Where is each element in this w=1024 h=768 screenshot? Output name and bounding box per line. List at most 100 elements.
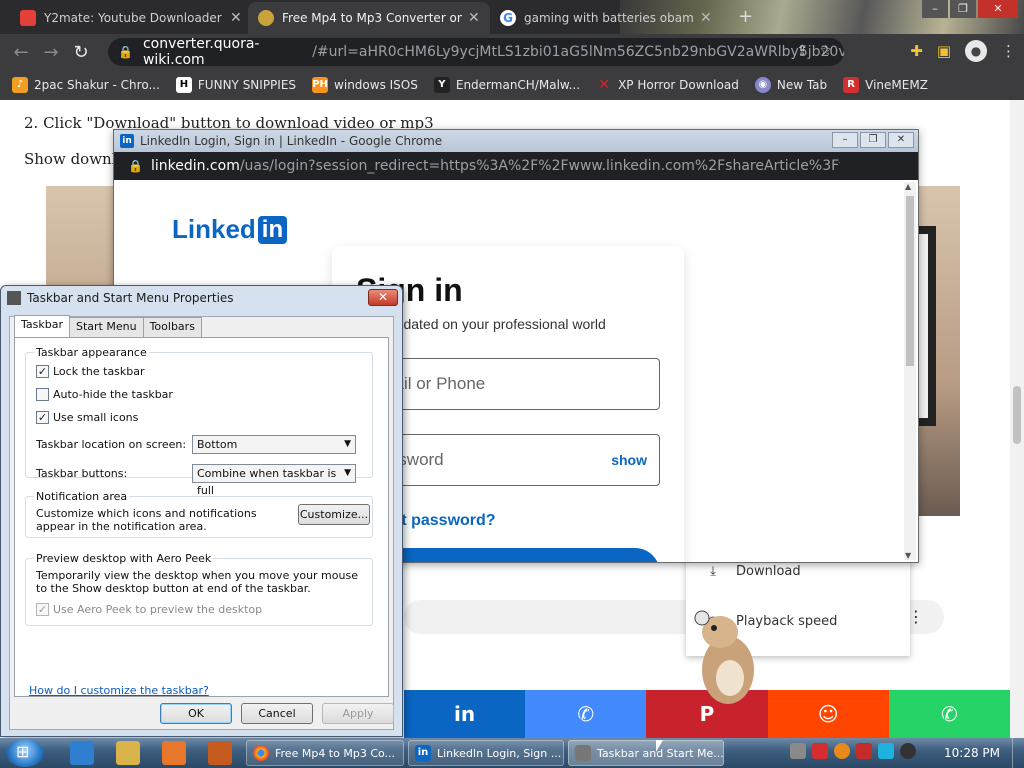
bookmark-star-icon[interactable]: ☆ xyxy=(819,43,832,59)
linkedin-logo[interactable]: Linked in xyxy=(172,214,288,245)
tray-app-icon[interactable] xyxy=(790,743,806,759)
close-tab-icon[interactable]: ✕ xyxy=(700,10,712,26)
scrollbar-thumb[interactable] xyxy=(1013,386,1021,444)
tray-volume-icon[interactable] xyxy=(900,743,916,759)
close-tab-icon[interactable]: ✕ xyxy=(230,10,242,26)
bookmark-2pac[interactable]: ♪ 2pac Shakur - Chro... xyxy=(12,77,160,93)
whatsapp-icon: ✆ xyxy=(941,702,958,726)
close-button[interactable]: ✕ xyxy=(368,289,398,306)
extensions-icon[interactable]: ✚ xyxy=(910,42,923,60)
tab-title: gaming with batteries obama ga xyxy=(524,11,694,25)
hamster-sticker-image xyxy=(694,610,754,704)
ok-button[interactable]: OK xyxy=(160,703,232,724)
page-scrollbar[interactable] xyxy=(1010,100,1024,738)
tray-flag-icon[interactable] xyxy=(856,743,872,759)
lock-taskbar-checkbox[interactable]: ✓ Lock the taskbar xyxy=(36,365,145,378)
globe-icon: ◉ xyxy=(754,77,771,93)
more-options-icon[interactable]: ⋮ xyxy=(908,607,924,626)
tab-start-menu[interactable]: Start Menu xyxy=(69,317,144,337)
linkedin-address-bar[interactable]: 🔒 linkedin.com /uas/login?session_redire… xyxy=(114,152,918,180)
dialog-titlebar[interactable]: Taskbar and Start Menu Properties ✕ xyxy=(1,286,402,310)
start-button[interactable] xyxy=(6,739,44,767)
autohide-taskbar-checkbox[interactable]: Auto-hide the taskbar xyxy=(36,388,173,401)
close-tab-icon[interactable]: ✕ xyxy=(468,10,480,26)
y2mate-icon xyxy=(20,10,36,26)
share-reddit-button[interactable]: ☺ xyxy=(767,690,889,738)
taskbar-props-icon xyxy=(7,291,21,305)
bookmark-label: EndermanCH/Malw... xyxy=(455,78,581,92)
small-icons-checkbox[interactable]: ✓ Use small icons xyxy=(36,411,138,424)
close-button[interactable]: ✕ xyxy=(888,132,914,148)
x-icon: ✕ xyxy=(598,77,610,93)
taskbar-tab-panel: Taskbar appearance ✓ Lock the taskbar Au… xyxy=(14,337,389,697)
music-icon: ♪ xyxy=(12,77,28,93)
tray-network-icon[interactable] xyxy=(878,743,894,759)
back-button[interactable]: ← xyxy=(6,42,36,63)
tray-v-icon[interactable] xyxy=(812,743,828,759)
tab-toolbars[interactable]: Toolbars xyxy=(142,317,202,337)
scroll-down-icon[interactable]: ▼ xyxy=(905,551,911,560)
media-player-icon[interactable] xyxy=(162,741,186,765)
logo-in-badge: in xyxy=(257,215,288,244)
paint-icon[interactable] xyxy=(208,741,232,765)
tray-search-icon[interactable] xyxy=(834,743,850,759)
clock[interactable]: 10:28 PM xyxy=(944,746,1000,760)
ph-icon: PH xyxy=(312,77,329,93)
show-download-text: Show downlo xyxy=(24,150,126,168)
taskbar-buttons-select[interactable]: Combine when taskbar is full ▼ xyxy=(192,464,356,497)
share-messenger-button[interactable]: ✆ xyxy=(525,690,647,738)
apply-button[interactable]: Apply xyxy=(322,703,394,724)
share-whatsapp-button[interactable]: ✆ xyxy=(888,690,1011,738)
minimize-button[interactable]: – xyxy=(922,0,948,18)
new-tab-button[interactable]: + xyxy=(738,6,753,27)
bookmark-vinememz[interactable]: R VineMEMZ xyxy=(843,77,928,93)
taskbar-button-linkedin[interactable]: in LinkedIn Login, Sign ... xyxy=(408,740,564,766)
chrome-menu-icon[interactable]: ⋮ xyxy=(1001,42,1016,60)
windows-taskbar: Free Mp4 to Mp3 Co... in LinkedIn Login,… xyxy=(0,738,1024,768)
lock-icon[interactable]: 🔒 xyxy=(118,45,133,59)
help-link[interactable]: How do I customize the taskbar? xyxy=(29,684,209,697)
maximize-button[interactable]: ❐ xyxy=(860,132,886,148)
cancel-button[interactable]: Cancel xyxy=(241,703,313,724)
ie-icon[interactable] xyxy=(70,741,94,765)
taskbar-button-chrome[interactable]: Free Mp4 to Mp3 Co... xyxy=(246,740,404,766)
share-icon[interactable]: ⇪ xyxy=(796,43,808,59)
scroll-up-icon[interactable]: ▲ xyxy=(905,182,911,191)
share-linkedin-button[interactable]: in xyxy=(404,690,526,738)
forward-button[interactable]: → xyxy=(36,42,66,63)
minimize-button[interactable]: – xyxy=(832,132,858,148)
side-panel-icon[interactable]: ▣ xyxy=(937,42,951,60)
bookmark-label: windows ISOS xyxy=(334,78,418,92)
window-controls: – ❐ ✕ xyxy=(832,132,914,148)
linkedin-window-titlebar[interactable]: in LinkedIn Login, Sign in | LinkedIn - … xyxy=(114,130,918,152)
show-desktop-button[interactable] xyxy=(1012,738,1024,768)
aero-peek-checkbox[interactable]: ✓ Use Aero Peek to preview the desktop xyxy=(36,603,262,616)
bookmark-endermanch[interactable]: Y EndermanCH/Malw... xyxy=(433,77,581,93)
show-password-toggle[interactable]: show xyxy=(611,452,647,468)
maximize-button[interactable]: ❐ xyxy=(950,0,976,18)
tab-taskbar[interactable]: Taskbar xyxy=(14,315,70,337)
bookmark-windows-isos[interactable]: PH windows ISOS xyxy=(312,77,418,93)
scrollbar-thumb[interactable] xyxy=(906,196,914,366)
linkedin-scrollbar[interactable]: ▲ ▼ xyxy=(904,182,916,560)
bookmark-new-tab[interactable]: ◉ New Tab xyxy=(754,77,828,93)
bookmark-label: VineMEMZ xyxy=(865,78,928,92)
bookmark-label: New Tab xyxy=(776,78,828,92)
explorer-icon[interactable] xyxy=(116,741,140,765)
profile-avatar[interactable]: ● xyxy=(965,40,987,62)
close-window-button[interactable]: ✕ xyxy=(978,0,1018,18)
tab-google-search[interactable]: G gaming with batteries obama ga ✕ xyxy=(490,2,722,34)
taskbar-button-taskbar-properties[interactable]: Taskbar and Start Me... xyxy=(568,740,724,766)
address-bar[interactable]: 🔒 converter.quora-wiki.com /#url=aHR0cHM… xyxy=(108,36,844,68)
linkedin-icon: in xyxy=(120,134,134,148)
reload-button[interactable]: ↻ xyxy=(66,42,96,63)
h-icon: H xyxy=(175,77,192,93)
bookmark-xp-horror[interactable]: ✕ XP Horror Download xyxy=(596,77,739,93)
chevron-down-icon: ▼ xyxy=(344,439,351,449)
bookmark-funny-snippies[interactable]: H FUNNY SNIPPIES xyxy=(175,77,296,93)
tab-mp4-converter[interactable]: Free Mp4 to Mp3 Converter onli ✕ xyxy=(248,2,490,34)
customize-button[interactable]: Customize... xyxy=(298,504,370,525)
notification-description: Customize which icons and notifications … xyxy=(36,507,257,533)
tab-y2mate[interactable]: Y2mate: Youtube Downloader - ✕ xyxy=(10,2,252,34)
taskbar-location-select[interactable]: Bottom ▼ xyxy=(192,435,356,454)
